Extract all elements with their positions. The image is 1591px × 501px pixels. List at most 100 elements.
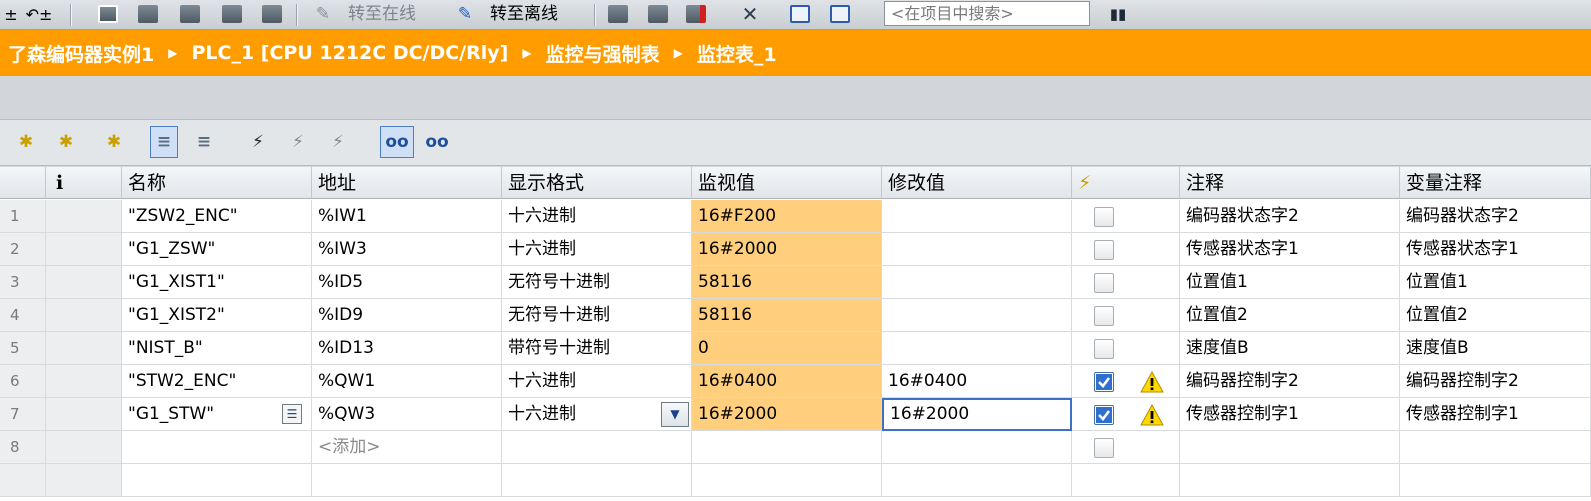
search-input[interactable]: <在项目中搜索> <box>884 1 1090 26</box>
row-variable-comment-cell[interactable]: 传感器状态字1 <box>1400 233 1591 266</box>
modify-checkbox[interactable] <box>1094 372 1114 392</box>
insert-row-icon[interactable]: ✱ <box>12 126 40 158</box>
go-online-button[interactable]: 转至在线 <box>348 2 416 26</box>
download-icon[interactable] <box>138 3 158 25</box>
force-icon[interactable]: ⚡ <box>244 126 272 158</box>
table-row[interactable]: 3 "G1_XIST1" %ID5 无符号十进制 58116 位置值1 位置值1 <box>0 266 1591 299</box>
row-address-cell[interactable]: %IW1 <box>312 200 502 233</box>
undo-icon[interactable]: ↶± <box>26 3 53 25</box>
row-format-cell[interactable]: 无符号十进制 <box>502 299 692 332</box>
row-name-cell[interactable]: "NIST_B" <box>122 332 312 365</box>
row-comment-cell[interactable]: 编码器控制字2 <box>1180 365 1400 398</box>
header-modify-value[interactable]: 修改值 <box>882 167 1072 199</box>
row-comment-cell[interactable]: 位置值2 <box>1180 299 1400 332</box>
row-variable-comment-cell[interactable]: 编码器控制字2 <box>1400 365 1591 398</box>
format-dropdown-button[interactable]: ▼ <box>661 402 689 427</box>
close-icon[interactable]: ✕ <box>738 2 762 26</box>
go-offline-icon[interactable]: ✎ <box>450 3 480 25</box>
stop-force-icon[interactable]: ⚡ <box>324 126 352 158</box>
row-comment-cell[interactable]: 位置值1 <box>1180 266 1400 299</box>
table-row[interactable]: 6 "STW2_ENC" %QW1 十六进制 16#0400 16#0400 编码器控制字2… <box>0 365 1591 398</box>
monitor-all-icon[interactable]: oo <box>380 126 414 158</box>
row-monitor-value[interactable]: 58116 <box>692 299 882 332</box>
row-name-cell[interactable]: "G1_ZSW" <box>122 233 312 266</box>
row-comment-cell[interactable]: 传感器控制字1 <box>1180 398 1400 431</box>
row-format-cell[interactable]: 带符号十进制 <box>502 332 692 365</box>
row-format-cell[interactable]: 无符号十进制 <box>502 266 692 299</box>
row-address-cell[interactable]: %QW3 <box>312 398 502 431</box>
row-modify-value[interactable] <box>882 200 1072 233</box>
table-row[interactable]: 2 "G1_ZSW" %IW3 十六进制 16#2000 传感器状态字1 传感器状态字1 <box>0 233 1591 266</box>
row-address-cell[interactable]: %QW1 <box>312 365 502 398</box>
row-modify-value[interactable] <box>882 431 1072 464</box>
row-modify-value[interactable] <box>882 233 1072 266</box>
header-variable-comment[interactable]: 变量注释 <box>1400 167 1591 199</box>
simulation-icon[interactable] <box>222 3 242 25</box>
row-comment-cell[interactable]: 传感器状态字1 <box>1180 233 1400 266</box>
split-vertical-icon[interactable] <box>830 3 850 25</box>
row-name-cell[interactable]: "G1_XIST1" <box>122 266 312 299</box>
row-comment-cell[interactable]: 编码器状态字2 <box>1180 200 1400 233</box>
row-name-cell[interactable]: "G1_XIST2" <box>122 299 312 332</box>
row-format-cell[interactable] <box>502 431 692 464</box>
upload-icon[interactable] <box>180 3 200 25</box>
row-modify-value[interactable]: 16#0400 <box>882 365 1072 398</box>
row-address-cell[interactable]: %ID5 <box>312 266 502 299</box>
breadcrumb-watch-table[interactable]: 监控表_1 <box>697 40 777 67</box>
table-row[interactable]: 1 "ZSW2_ENC" %IW1 十六进制 16#F200 编码器状态字2 编码器状态字2 <box>0 200 1591 233</box>
row-name-cell[interactable] <box>122 431 312 464</box>
row-variable-comment-cell[interactable]: 传感器控制字1 <box>1400 398 1591 431</box>
start-simulation-icon[interactable] <box>262 3 282 25</box>
breadcrumb-project[interactable]: 了森编码器实例1 <box>8 40 154 67</box>
row-format-cell[interactable]: 十六进制 <box>502 200 692 233</box>
row-monitor-value[interactable]: 16#0400 <box>692 365 882 398</box>
monitor-once-icon[interactable]: oo <box>420 126 454 158</box>
row-variable-comment-cell[interactable]: 速度值B <box>1400 332 1591 365</box>
row-variable-comment-cell[interactable]: 位置值2 <box>1400 299 1591 332</box>
variable-list-icon[interactable]: ☰ <box>282 404 302 424</box>
row-monitor-value[interactable] <box>692 431 882 464</box>
row-address-cell[interactable]: %ID9 <box>312 299 502 332</box>
modify-checkbox[interactable] <box>1094 240 1114 260</box>
row-modify-value[interactable]: 16#2000 <box>882 398 1072 431</box>
row-variable-comment-cell[interactable] <box>1400 431 1591 464</box>
row-comment-cell[interactable] <box>1180 431 1400 464</box>
modify-now-icon[interactable]: ≡ <box>150 126 178 158</box>
binoculars-icon[interactable]: ▮▮ <box>1106 3 1130 25</box>
header-info[interactable]: i <box>46 167 122 199</box>
add-row-link[interactable]: <添加> <box>312 431 502 464</box>
row-modify-value[interactable] <box>882 266 1072 299</box>
row-variable-comment-cell[interactable]: 编码器状态字2 <box>1400 200 1591 233</box>
row-monitor-value[interactable]: 16#2000 <box>692 398 882 431</box>
modify-checkbox[interactable] <box>1094 405 1114 425</box>
stop-cpu-icon[interactable] <box>686 3 706 25</box>
row-monitor-value[interactable]: 16#F200 <box>692 200 882 233</box>
modify-checkbox[interactable] <box>1094 207 1114 227</box>
add-row-icon[interactable]: ✱ <box>52 126 80 158</box>
row-format-cell[interactable]: 十六进制 <box>502 365 692 398</box>
row-address-cell[interactable]: %ID13 <box>312 332 502 365</box>
row-address-cell[interactable]: %IW3 <box>312 233 502 266</box>
go-offline-button[interactable]: 转至离线 <box>490 2 558 26</box>
row-monitor-value[interactable]: 58116 <box>692 266 882 299</box>
row-monitor-value[interactable]: 16#2000 <box>692 233 882 266</box>
row-comment-cell[interactable]: 速度值B <box>1180 332 1400 365</box>
row-monitor-value[interactable]: 0 <box>692 332 882 365</box>
table-row[interactable]: 4 "G1_XIST2" %ID9 无符号十进制 58116 位置值2 位置值2 <box>0 299 1591 332</box>
row-modify-value[interactable] <box>882 332 1072 365</box>
row-name-cell[interactable]: "ZSW2_ENC" <box>122 200 312 233</box>
modify-checkbox[interactable] <box>1094 438 1114 458</box>
expand-icon[interactable]: ± <box>2 3 20 25</box>
modify-checkbox[interactable] <box>1094 339 1114 359</box>
header-display-format[interactable]: 显示格式 <box>502 167 692 199</box>
table-row[interactable]: 7 "G1_STW" %QW3 十六进制 16#2000 16#2000 传感器控制字1 传感… <box>0 398 1591 431</box>
table-row[interactable]: 5 "NIST_B" %ID13 带符号十进制 0 速度值B 速度值B <box>0 332 1591 365</box>
header-name[interactable]: 名称 <box>122 167 312 199</box>
modify-checkbox[interactable] <box>1094 306 1114 326</box>
go-online-icon[interactable]: ✎ <box>308 3 338 25</box>
breadcrumb-watch-tables[interactable]: 监控与强制表 <box>546 40 660 67</box>
modify-checkbox[interactable] <box>1094 273 1114 293</box>
compile-icon[interactable] <box>98 3 118 25</box>
start-cpu-icon[interactable] <box>648 3 668 25</box>
force-trigger-icon[interactable]: ⚡ <box>284 126 312 158</box>
